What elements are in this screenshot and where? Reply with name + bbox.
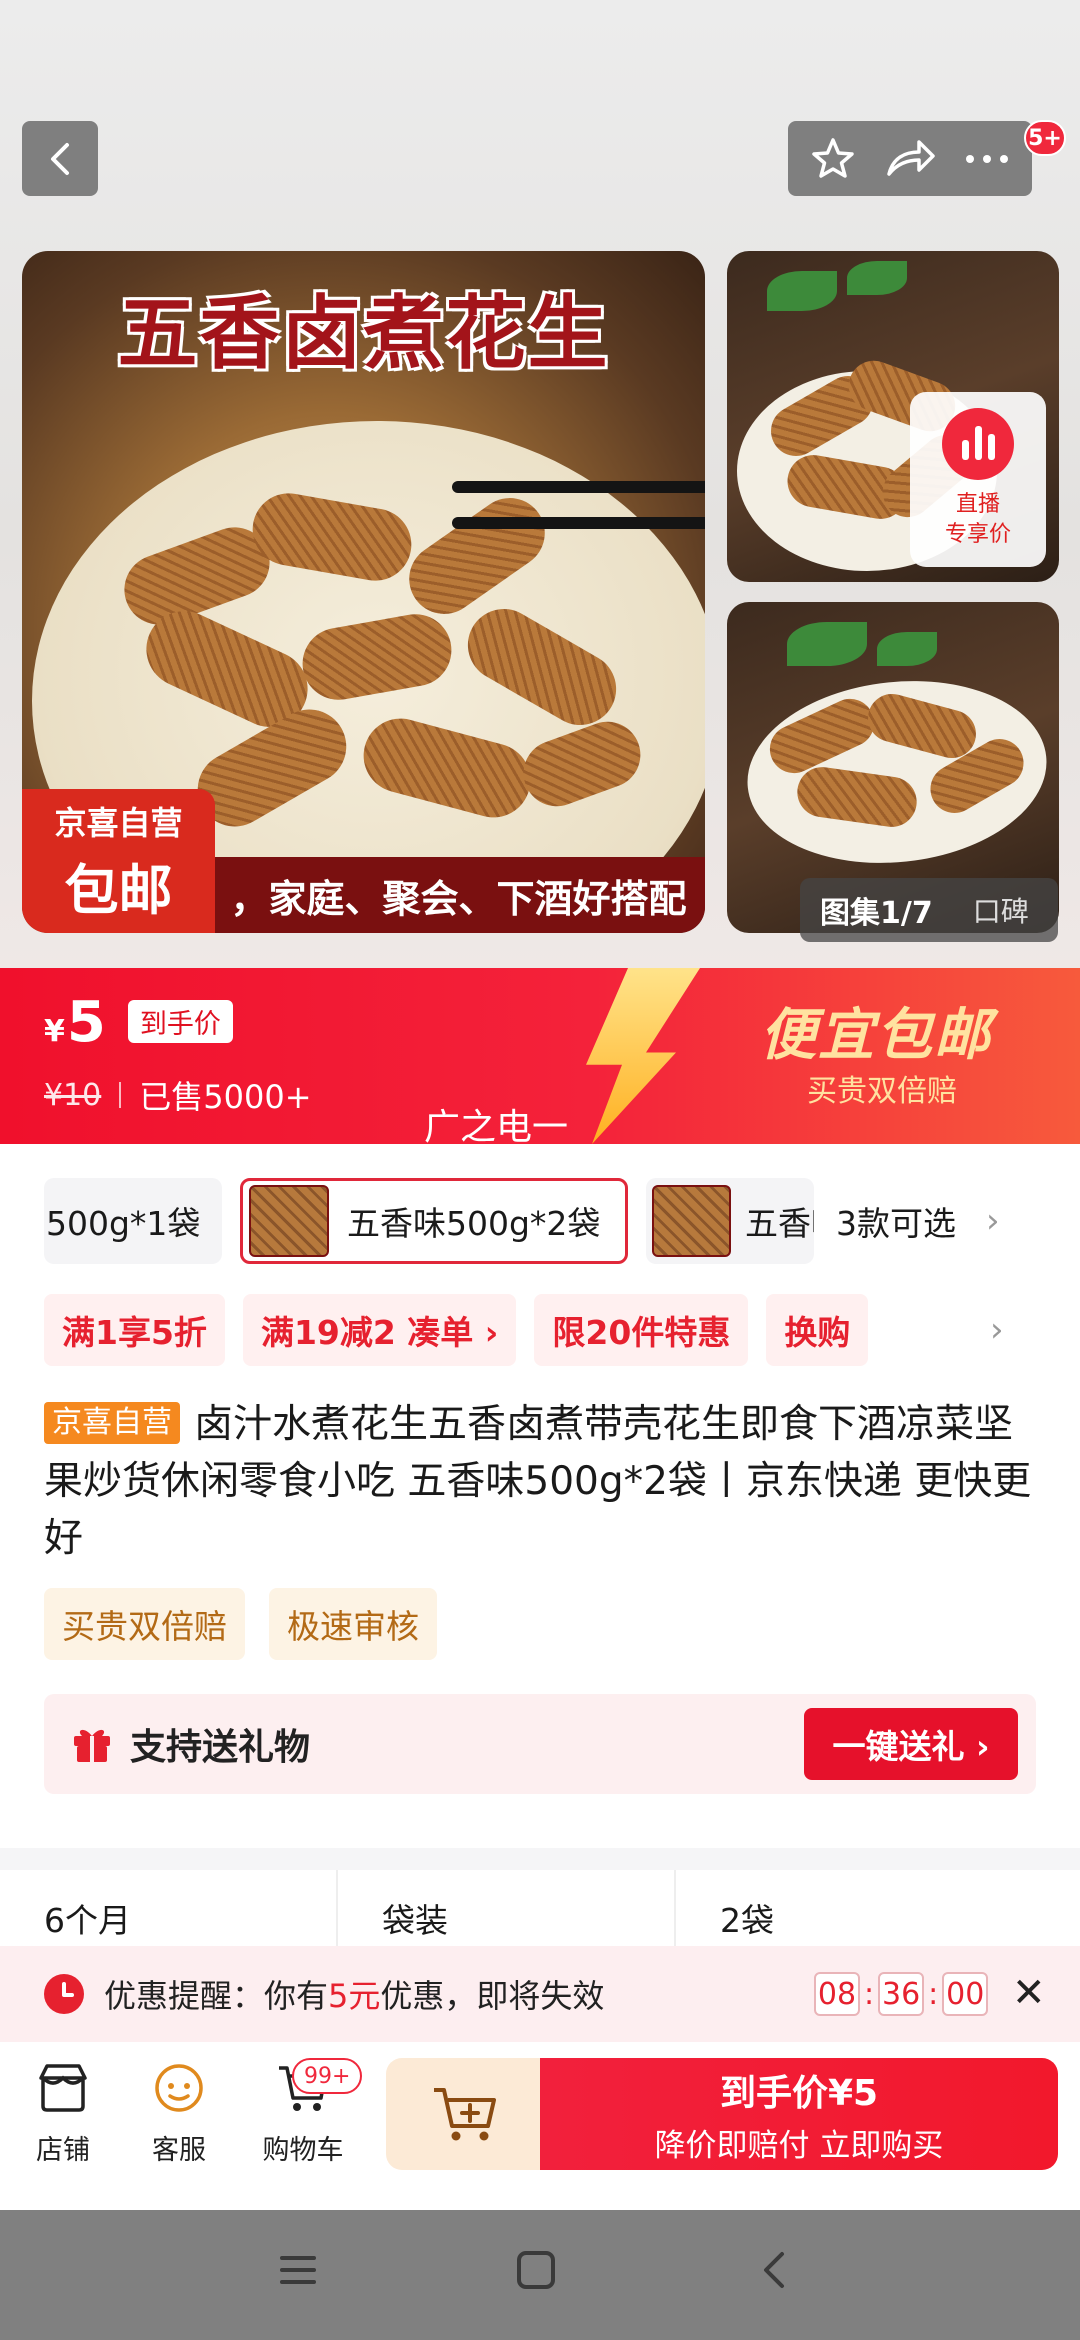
spec-item: 2袋 [720,1901,774,1940]
system-back-icon[interactable] [752,2248,796,2292]
gallery-counter-tab[interactable]: 图集1/7 口碑 [800,878,1058,942]
service-tags: 买贵双倍赔 极速审核 [44,1588,461,1660]
store-icon [39,2064,87,2112]
gift-card: 支持送礼物 一键送礼 › [44,1694,1036,1794]
photo-title: 五香卤煮花生 [117,286,610,380]
sku-option[interactable]: 500g*1袋 [44,1178,222,1264]
price-value: 5 [66,990,106,1055]
section-divider [0,1848,1080,1870]
add-cart-icon [434,2088,496,2141]
timer-seconds: 00 [942,1972,989,2016]
store-label: 店铺 [36,2135,90,2166]
coupon-chip[interactable]: 换购 [766,1294,869,1366]
price-line: ¥ 5 到手价 [44,990,233,1055]
clock-icon [44,1974,84,2014]
promo-title: 便宜包邮 [760,1003,992,1068]
home-icon[interactable] [514,2248,558,2292]
coupon-reminder[interactable]: 优惠提醒：你有5元优惠，即将失效 08 : 36 : 00 ✕ [0,1946,1080,2042]
live-label-line2: 专享价 [944,522,1011,547]
bottom-action-bar: 店铺 客服 购物车 99+ 到手价¥5 降价即赔付 立即购买 [0,2042,1080,2210]
live-price-card[interactable]: 直播 专享价 [910,392,1046,567]
coupon-chip[interactable]: 满19减2 凑单 › [242,1294,517,1366]
product-gallery: 5+ 五香卤煮花生 ，家庭、聚会、下酒好搭配 京喜自营 包邮 直播 专享价 图集… [0,0,1080,968]
store-button[interactable]: 店铺 [8,2060,118,2167]
live-label-line1: 直播 [955,492,1000,517]
service-button[interactable]: 客服 [124,2060,234,2167]
photo-stamp: 京喜自营 包邮 [22,789,215,933]
sku-option-label: 五香味500g*2袋 [347,1204,601,1243]
divider [119,1082,122,1108]
chopstick-illustration [452,517,705,529]
cart-label: 购物车 [262,2135,344,2166]
photo-stamp-line1: 京喜自营 [54,803,183,842]
more-icon[interactable] [962,149,1012,169]
gallery-counter: 图集1/7 [820,896,933,931]
chopstick-illustration [452,481,705,493]
send-gift-button[interactable]: 一键送礼 › [804,1708,1018,1780]
notification-badge: 5+ [1024,120,1066,156]
sku-thumbnail [652,1185,731,1257]
reminder-amount: 5元 [328,1977,381,2015]
buy-now-button[interactable]: 到手价¥5 降价即赔付 立即购买 [540,2058,1058,2170]
sold-count: 已售5000+ [139,1078,312,1116]
service-tag[interactable]: 极速审核 [269,1588,437,1660]
share-icon[interactable] [883,134,937,184]
back-icon [51,142,69,175]
original-price: ¥10 [44,1077,102,1113]
price-tag: 到手价 [127,1000,233,1043]
price-currency: ¥ [44,1014,65,1049]
timer-hours: 08 [814,1972,860,2016]
system-navigation-bar [0,2210,1080,2340]
reviews-tab[interactable]: 口碑 [973,890,1029,930]
coupon-chip[interactable]: 满1享5折 [44,1294,225,1366]
lightning-icon [586,968,700,1144]
promo-subtitle: 买贵双倍赔 [807,1074,957,1109]
photo-banner: ，家庭、聚会、下酒好搭配 [212,857,705,933]
gift-label: 支持送礼物 [130,1727,311,1768]
star-icon[interactable] [808,134,858,184]
product-title: 京喜自营 卤汁水煮花生五香卤煮带壳花生即食下酒凉菜坚果炒货休闲零食小吃 五香味50… [44,1396,1044,1567]
spec-row[interactable]: 6个月 袋装 2袋 [0,1870,1080,1950]
customer-service-icon [155,2064,203,2112]
countdown-timer: 08 : 36 : 00 [814,1972,989,2016]
service-label: 客服 [152,2135,206,2166]
sku-option-selected[interactable]: 五香味500g*2袋 [240,1178,628,1264]
sku-thumbnail [249,1185,329,1257]
original-price-line: ¥10 已售5000+ [44,1072,312,1118]
menu-icon[interactable] [276,2248,320,2292]
chevron-right-icon[interactable]: › [986,1201,1000,1241]
photo-banner-text: ，家庭、聚会、下酒好搭配 [230,875,687,921]
service-tag[interactable]: 买贵双倍赔 [44,1588,245,1660]
cart-count-badge: 99+ [292,2058,363,2094]
sku-option-label: 500g*1袋 [46,1204,201,1243]
live-icon [942,408,1014,480]
watermark-text: 广之电一 [424,1107,569,1148]
top-action-bar [788,121,1032,196]
buy-price-label: 到手价¥5 [719,2072,879,2114]
sku-more-count[interactable]: 3款可选 [836,1197,956,1245]
reminder-text: 优惠提醒：你有5元优惠，即将失效 [104,1977,605,2015]
buy-now-label: 降价即赔付 立即购买 [654,2127,944,2164]
sku-selector: 500g*1袋 五香味500g*2袋 五香味 3款可选 › [44,1178,1034,1264]
product-title-text: 卤汁水煮花生五香卤煮带壳花生即食下酒凉菜坚果炒货休闲零食小吃 五香味500g*2… [44,1402,1032,1561]
spec-item: 袋装 [338,1870,676,1950]
back-button[interactable] [22,121,98,196]
coupon-chip[interactable]: 限20件特惠 [534,1294,749,1366]
timer-minutes: 36 [878,1972,925,2016]
close-icon[interactable]: ✕ [1012,1970,1046,2016]
chevron-right-icon[interactable]: › [990,1310,1004,1350]
add-to-cart-button[interactable] [386,2058,546,2170]
main-product-image[interactable]: 五香卤煮花生 ，家庭、聚会、下酒好搭配 京喜自营 包邮 [22,251,705,933]
sku-option[interactable]: 五香味 [646,1178,814,1264]
photo-stamp-line2: 包邮 [64,858,173,922]
spec-item: 6个月 [0,1870,338,1950]
gift-icon [74,1729,110,1762]
self-operated-tag: 京喜自营 [44,1402,180,1444]
coupon-row: 满1享5折 满19减2 凑单 › 限20件特惠 换购 [44,1294,886,1366]
sku-option-label: 五香味 [744,1204,814,1243]
